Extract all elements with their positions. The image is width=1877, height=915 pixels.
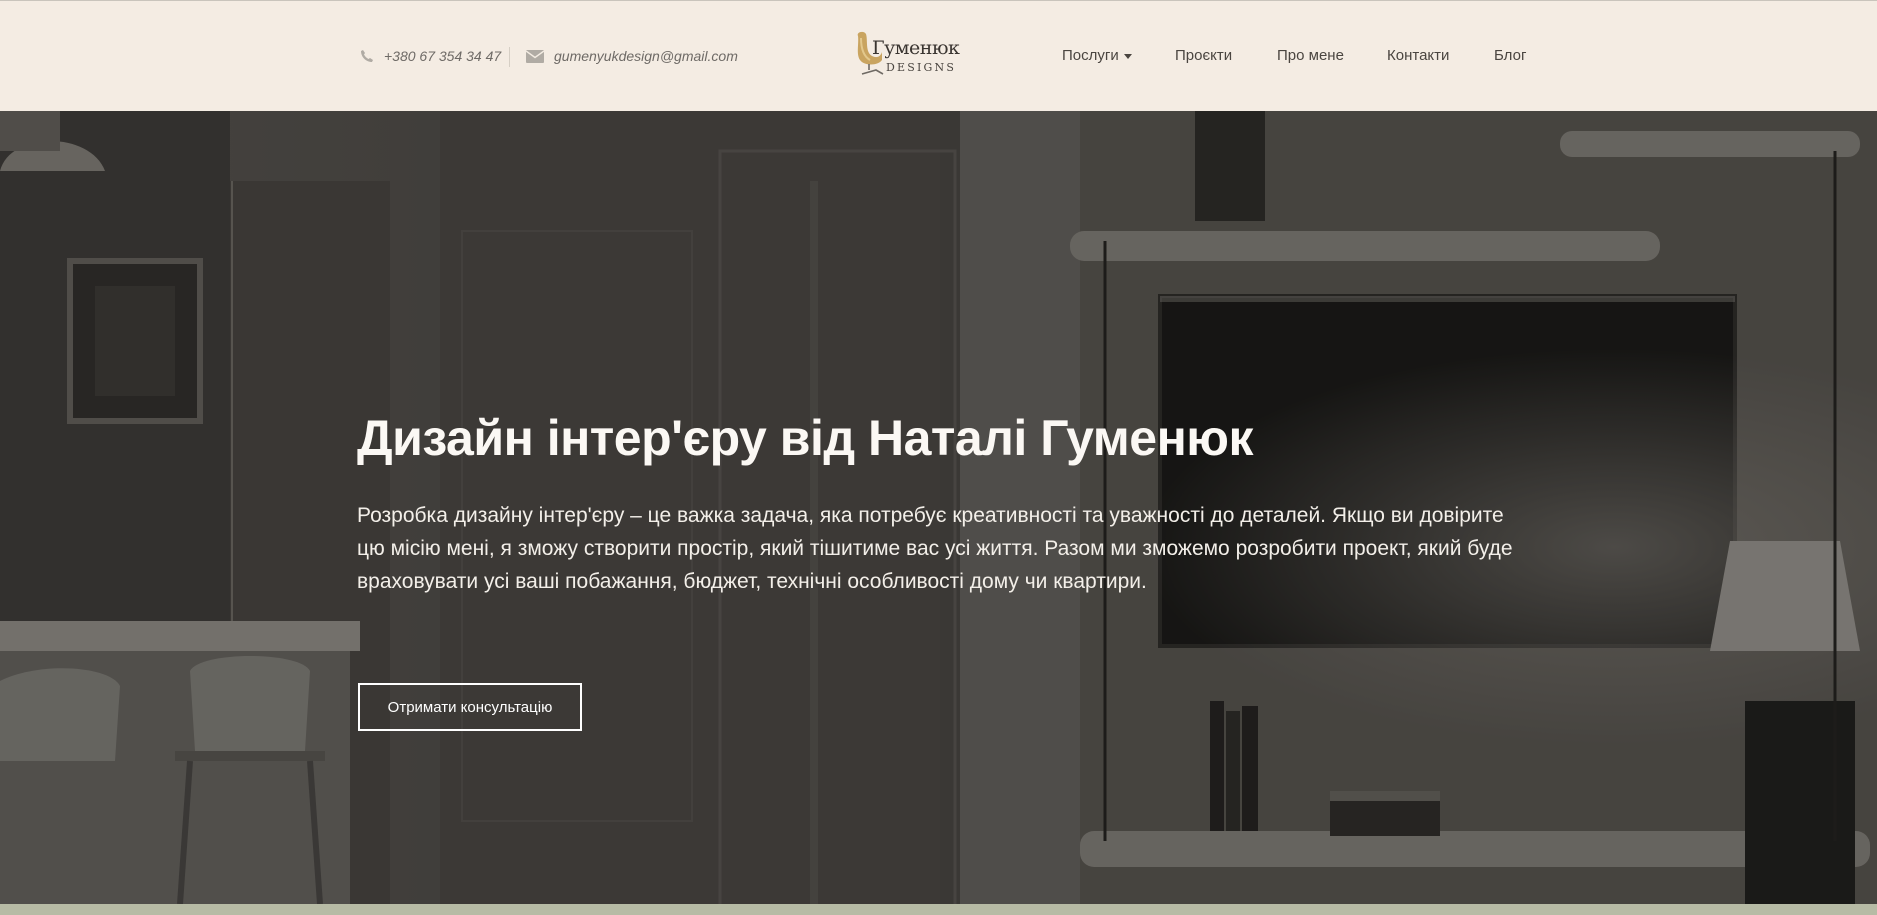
nav-blog[interactable]: Блог — [1494, 47, 1526, 64]
site-header: +380 67 354 34 47 gumenyukdesign@gmail.c… — [0, 0, 1877, 111]
contact-divider — [509, 47, 510, 67]
logo-name: Гуменюк — [872, 37, 960, 59]
envelope-icon — [526, 49, 544, 63]
nav-projects[interactable]: Проєкти — [1175, 47, 1232, 64]
hero-description: Розробка дизайну інтер'єру – це важка за… — [357, 504, 1513, 593]
phone-number: +380 67 354 34 47 — [384, 48, 502, 64]
nav-about[interactable]: Про мене — [1277, 47, 1344, 64]
consultation-button[interactable]: Отримати консультацію — [358, 683, 582, 731]
email-address: gumenyukdesign@gmail.com — [554, 48, 738, 64]
hero-section: Дизайн інтер'єру від Наталі Гуменюк Розр… — [0, 111, 1877, 904]
email-link[interactable]: gumenyukdesign@gmail.com — [526, 48, 738, 64]
site-logo[interactable]: Гуменюк DESIGNS — [852, 30, 962, 78]
caret-down-icon — [1123, 53, 1132, 59]
logo-subtitle: DESIGNS — [886, 61, 957, 74]
nav-contacts[interactable]: Контакти — [1387, 47, 1449, 64]
phone-link[interactable]: +380 67 354 34 47 — [360, 48, 501, 64]
nav-services[interactable]: Послуги — [1062, 47, 1132, 64]
hero-title: Дизайн інтер'єру від Наталі Гуменюк — [357, 410, 1254, 466]
next-section-edge — [0, 904, 1877, 915]
phone-icon — [361, 50, 373, 62]
nav-services-label: Послуги — [1062, 47, 1119, 64]
